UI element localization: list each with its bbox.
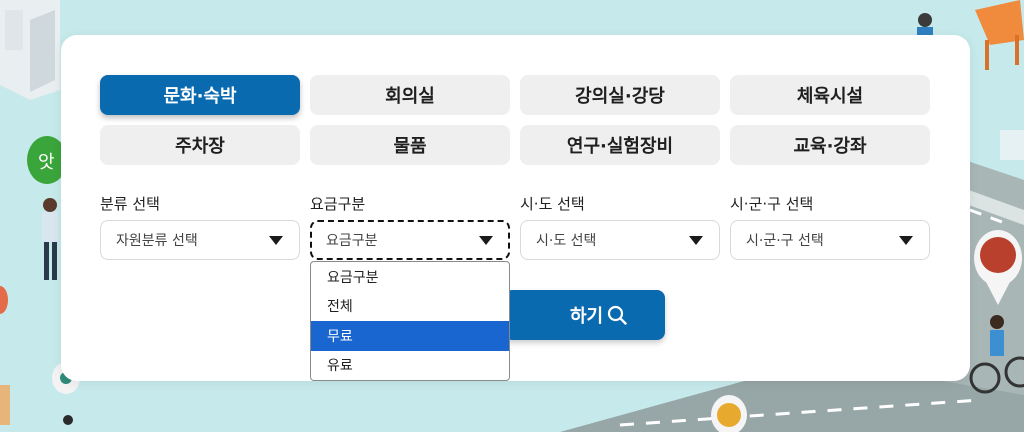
category-select-label: 분류 선택	[100, 195, 160, 213]
tab-lecture-room-auditorium[interactable]: 강의실·강당	[520, 75, 720, 115]
chevron-down-icon	[479, 236, 493, 245]
dropdown-option-all[interactable]: 전체	[311, 292, 509, 322]
fee-type-label: 요금구분	[310, 195, 366, 213]
district-select-label: 시·군·구 선택	[730, 195, 814, 213]
tab-culture-lodging[interactable]: 문화·숙박	[100, 75, 300, 115]
svg-text:앗: 앗	[38, 152, 55, 173]
province-select-value: 시·도 선택	[536, 233, 597, 249]
tab-education-course[interactable]: 교육·강좌	[730, 125, 930, 165]
district-select[interactable]: 시·군·구 선택	[730, 220, 930, 260]
fee-type-dropdown-list[interactable]: 요금구분 전체 무료 유료	[310, 261, 510, 381]
search-icon	[607, 305, 627, 325]
fee-type-select[interactable]: 요금구분	[310, 220, 510, 260]
search-button[interactable]: 하기	[504, 290, 665, 340]
category-select[interactable]: 자원분류 선택	[100, 220, 300, 260]
chevron-down-icon	[899, 236, 913, 245]
tab-sports-facility[interactable]: 체육시설	[730, 75, 930, 115]
dropdown-option-free[interactable]: 무료	[311, 321, 509, 351]
tab-goods[interactable]: 물품	[310, 125, 510, 165]
tab-research-equipment[interactable]: 연구·실험장비	[520, 125, 720, 165]
district-select-value: 시·군·구 선택	[746, 233, 824, 249]
province-select[interactable]: 시·도 선택	[520, 220, 720, 260]
chevron-down-icon	[269, 236, 283, 245]
province-select-label: 시·도 선택	[520, 195, 585, 213]
dropdown-option-fee-type[interactable]: 요금구분	[311, 262, 509, 292]
dropdown-option-paid[interactable]: 유료	[311, 351, 509, 381]
chevron-down-icon	[689, 236, 703, 245]
search-button-label: 하기	[569, 306, 604, 327]
category-select-value: 자원분류 선택	[116, 233, 198, 249]
fee-type-select-value: 요금구분	[326, 233, 378, 249]
reservation-search-panel: 문화·숙박 회의실 강의실·강당 체육시설 주차장 물품 연구·실험장비 교육·…	[61, 35, 970, 381]
tab-parking[interactable]: 주차장	[100, 125, 300, 165]
tab-meeting-room[interactable]: 회의실	[310, 75, 510, 115]
